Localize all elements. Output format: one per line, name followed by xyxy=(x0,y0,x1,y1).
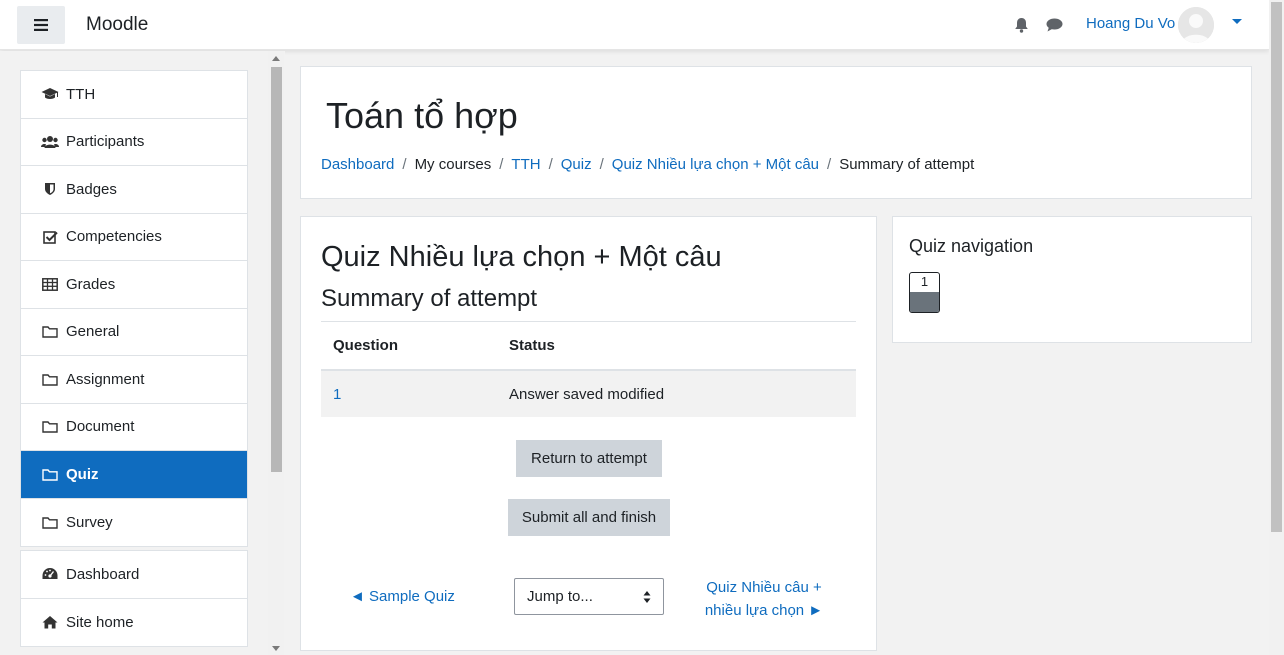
shield-icon xyxy=(41,181,59,197)
dashboard-icon xyxy=(41,566,59,582)
quiz-navigation-title: Quiz navigation xyxy=(909,236,1034,256)
home-icon xyxy=(41,614,59,630)
sidebar-item-quiz[interactable]: Quiz xyxy=(21,451,247,499)
site-brand[interactable]: Moodle xyxy=(86,14,148,36)
notification-bell-icon[interactable] xyxy=(1014,17,1029,33)
breadcrumb-separator: / xyxy=(599,156,604,173)
sidebar-item-document[interactable]: Document xyxy=(21,404,247,451)
site-nav-list: Dashboard Site home xyxy=(20,550,248,647)
sidebar-item-survey[interactable]: Survey xyxy=(21,499,247,547)
breadcrumb-my-courses: My courses xyxy=(414,156,492,173)
folder-icon xyxy=(41,324,59,340)
sidebar-item-label: Dashboard xyxy=(66,565,140,583)
drawer-toggle-button[interactable] xyxy=(17,6,65,44)
sidebar-item-participants[interactable]: Participants xyxy=(21,119,247,166)
sidebar-item-label: Badges xyxy=(66,180,117,198)
next-activity-link[interactable]: Quiz Nhiều câu + nhiều lựa chọn ► xyxy=(699,576,829,622)
scroll-down-arrow-icon[interactable] xyxy=(272,646,280,651)
drawer-scrollbar-thumb[interactable] xyxy=(271,67,282,472)
breadcrumb-course[interactable]: TTH xyxy=(511,156,540,173)
breadcrumb-separator: / xyxy=(402,156,407,173)
jump-to-select[interactable]: Jump to... xyxy=(514,578,664,615)
select-arrows-icon xyxy=(643,591,651,603)
main-region: Quiz Nhiều lựa chọn + Một câu Summary of… xyxy=(300,216,877,651)
user-menu-chevron-down-icon[interactable] xyxy=(1232,19,1242,24)
folder-icon xyxy=(41,371,59,387)
table-row: 1 Answer saved modified xyxy=(321,371,856,417)
folder-icon xyxy=(41,514,59,530)
breadcrumb-separator: / xyxy=(548,156,553,173)
page-header: Toán tổ hợp Dashboard / My courses / TTH… xyxy=(300,66,1252,199)
prev-activity-link[interactable]: ◄ Sample Quiz xyxy=(350,588,455,605)
answered-indicator xyxy=(910,292,939,312)
sidebar-item-label: TTH xyxy=(66,85,96,103)
folder-icon xyxy=(41,419,59,435)
sidebar-item-site-home[interactable]: Site home xyxy=(21,599,247,647)
column-header-status: Status xyxy=(509,337,555,354)
avatar[interactable] xyxy=(1178,7,1214,43)
breadcrumb: Dashboard / My courses / TTH / Quiz / Qu… xyxy=(321,156,974,173)
breadcrumb-separator: / xyxy=(827,156,832,173)
sidebar-item-assignment[interactable]: Assignment xyxy=(21,356,247,404)
users-icon xyxy=(41,134,59,150)
quiz-navigation-block: Quiz navigation 1 xyxy=(892,216,1252,343)
folder-icon xyxy=(41,466,59,482)
breadcrumb-section[interactable]: Quiz xyxy=(561,156,592,173)
quiz-title: Quiz Nhiều lựa chọn + Một câu xyxy=(321,241,722,273)
sidebar-item-general[interactable]: General xyxy=(21,309,247,356)
sidebar-item-label: Site home xyxy=(66,613,134,631)
table-icon xyxy=(41,276,59,292)
check-square-icon xyxy=(41,229,59,245)
messages-icon[interactable] xyxy=(1046,18,1063,32)
sidebar-item-label: Participants xyxy=(66,133,145,151)
summary-table: Question Status 1 Answer saved modified xyxy=(321,321,856,417)
sidebar-item-label: Competencies xyxy=(66,228,162,246)
table-header-row: Question Status xyxy=(321,322,856,371)
question-number-link[interactable]: 1 xyxy=(321,386,509,403)
sidebar-item-tth[interactable]: TTH xyxy=(21,71,247,119)
top-navbar: Moodle Hoang Du Vo xyxy=(0,0,1269,50)
sidebar-item-label: Document xyxy=(66,418,135,436)
sidebar-item-label: General xyxy=(66,323,120,341)
quiz-nav-question-button[interactable]: 1 xyxy=(909,272,940,313)
sidebar-item-badges[interactable]: Badges xyxy=(21,166,247,214)
summary-heading: Summary of attempt xyxy=(321,285,538,312)
breadcrumb-dashboard[interactable]: Dashboard xyxy=(321,156,394,173)
sidebar-item-label: Survey xyxy=(66,513,113,531)
scroll-up-arrow-icon[interactable] xyxy=(272,56,280,61)
sidebar-item-competencies[interactable]: Competencies xyxy=(21,214,247,261)
breadcrumb-separator: / xyxy=(499,156,504,173)
sidebar-item-label: Assignment xyxy=(66,370,145,388)
page-title: Toán tổ hợp xyxy=(326,95,518,136)
window-scrollbar-thumb[interactable] xyxy=(1271,2,1282,532)
question-status: Answer saved modified xyxy=(509,385,665,403)
breadcrumb-current: Summary of attempt xyxy=(839,156,975,173)
user-avatar-icon xyxy=(1178,7,1214,43)
hamburger-icon xyxy=(34,19,48,31)
jump-to-value: Jump to... xyxy=(527,588,593,605)
sidebar-item-grades[interactable]: Grades xyxy=(21,261,247,309)
window-scrollbar[interactable] xyxy=(1269,0,1284,655)
user-name-link[interactable]: Hoang Du Vo xyxy=(1086,15,1175,32)
quiz-nav-question-number: 1 xyxy=(920,274,929,289)
submit-all-button[interactable]: Submit all and finish xyxy=(508,499,670,536)
column-header-question: Question xyxy=(333,337,399,354)
sidebar-item-label: Grades xyxy=(66,275,116,293)
breadcrumb-quiz[interactable]: Quiz Nhiều lựa chọn + Một câu xyxy=(612,156,819,173)
graduation-cap-icon xyxy=(41,86,59,102)
sidebar-item-label: Quiz xyxy=(66,465,99,483)
sidebar-item-dashboard[interactable]: Dashboard xyxy=(21,551,247,599)
drawer-scrollbar[interactable] xyxy=(268,51,284,655)
course-nav-list: TTH Participants Badges Competencies Gra… xyxy=(20,70,248,547)
return-to-attempt-button[interactable]: Return to attempt xyxy=(516,440,662,477)
